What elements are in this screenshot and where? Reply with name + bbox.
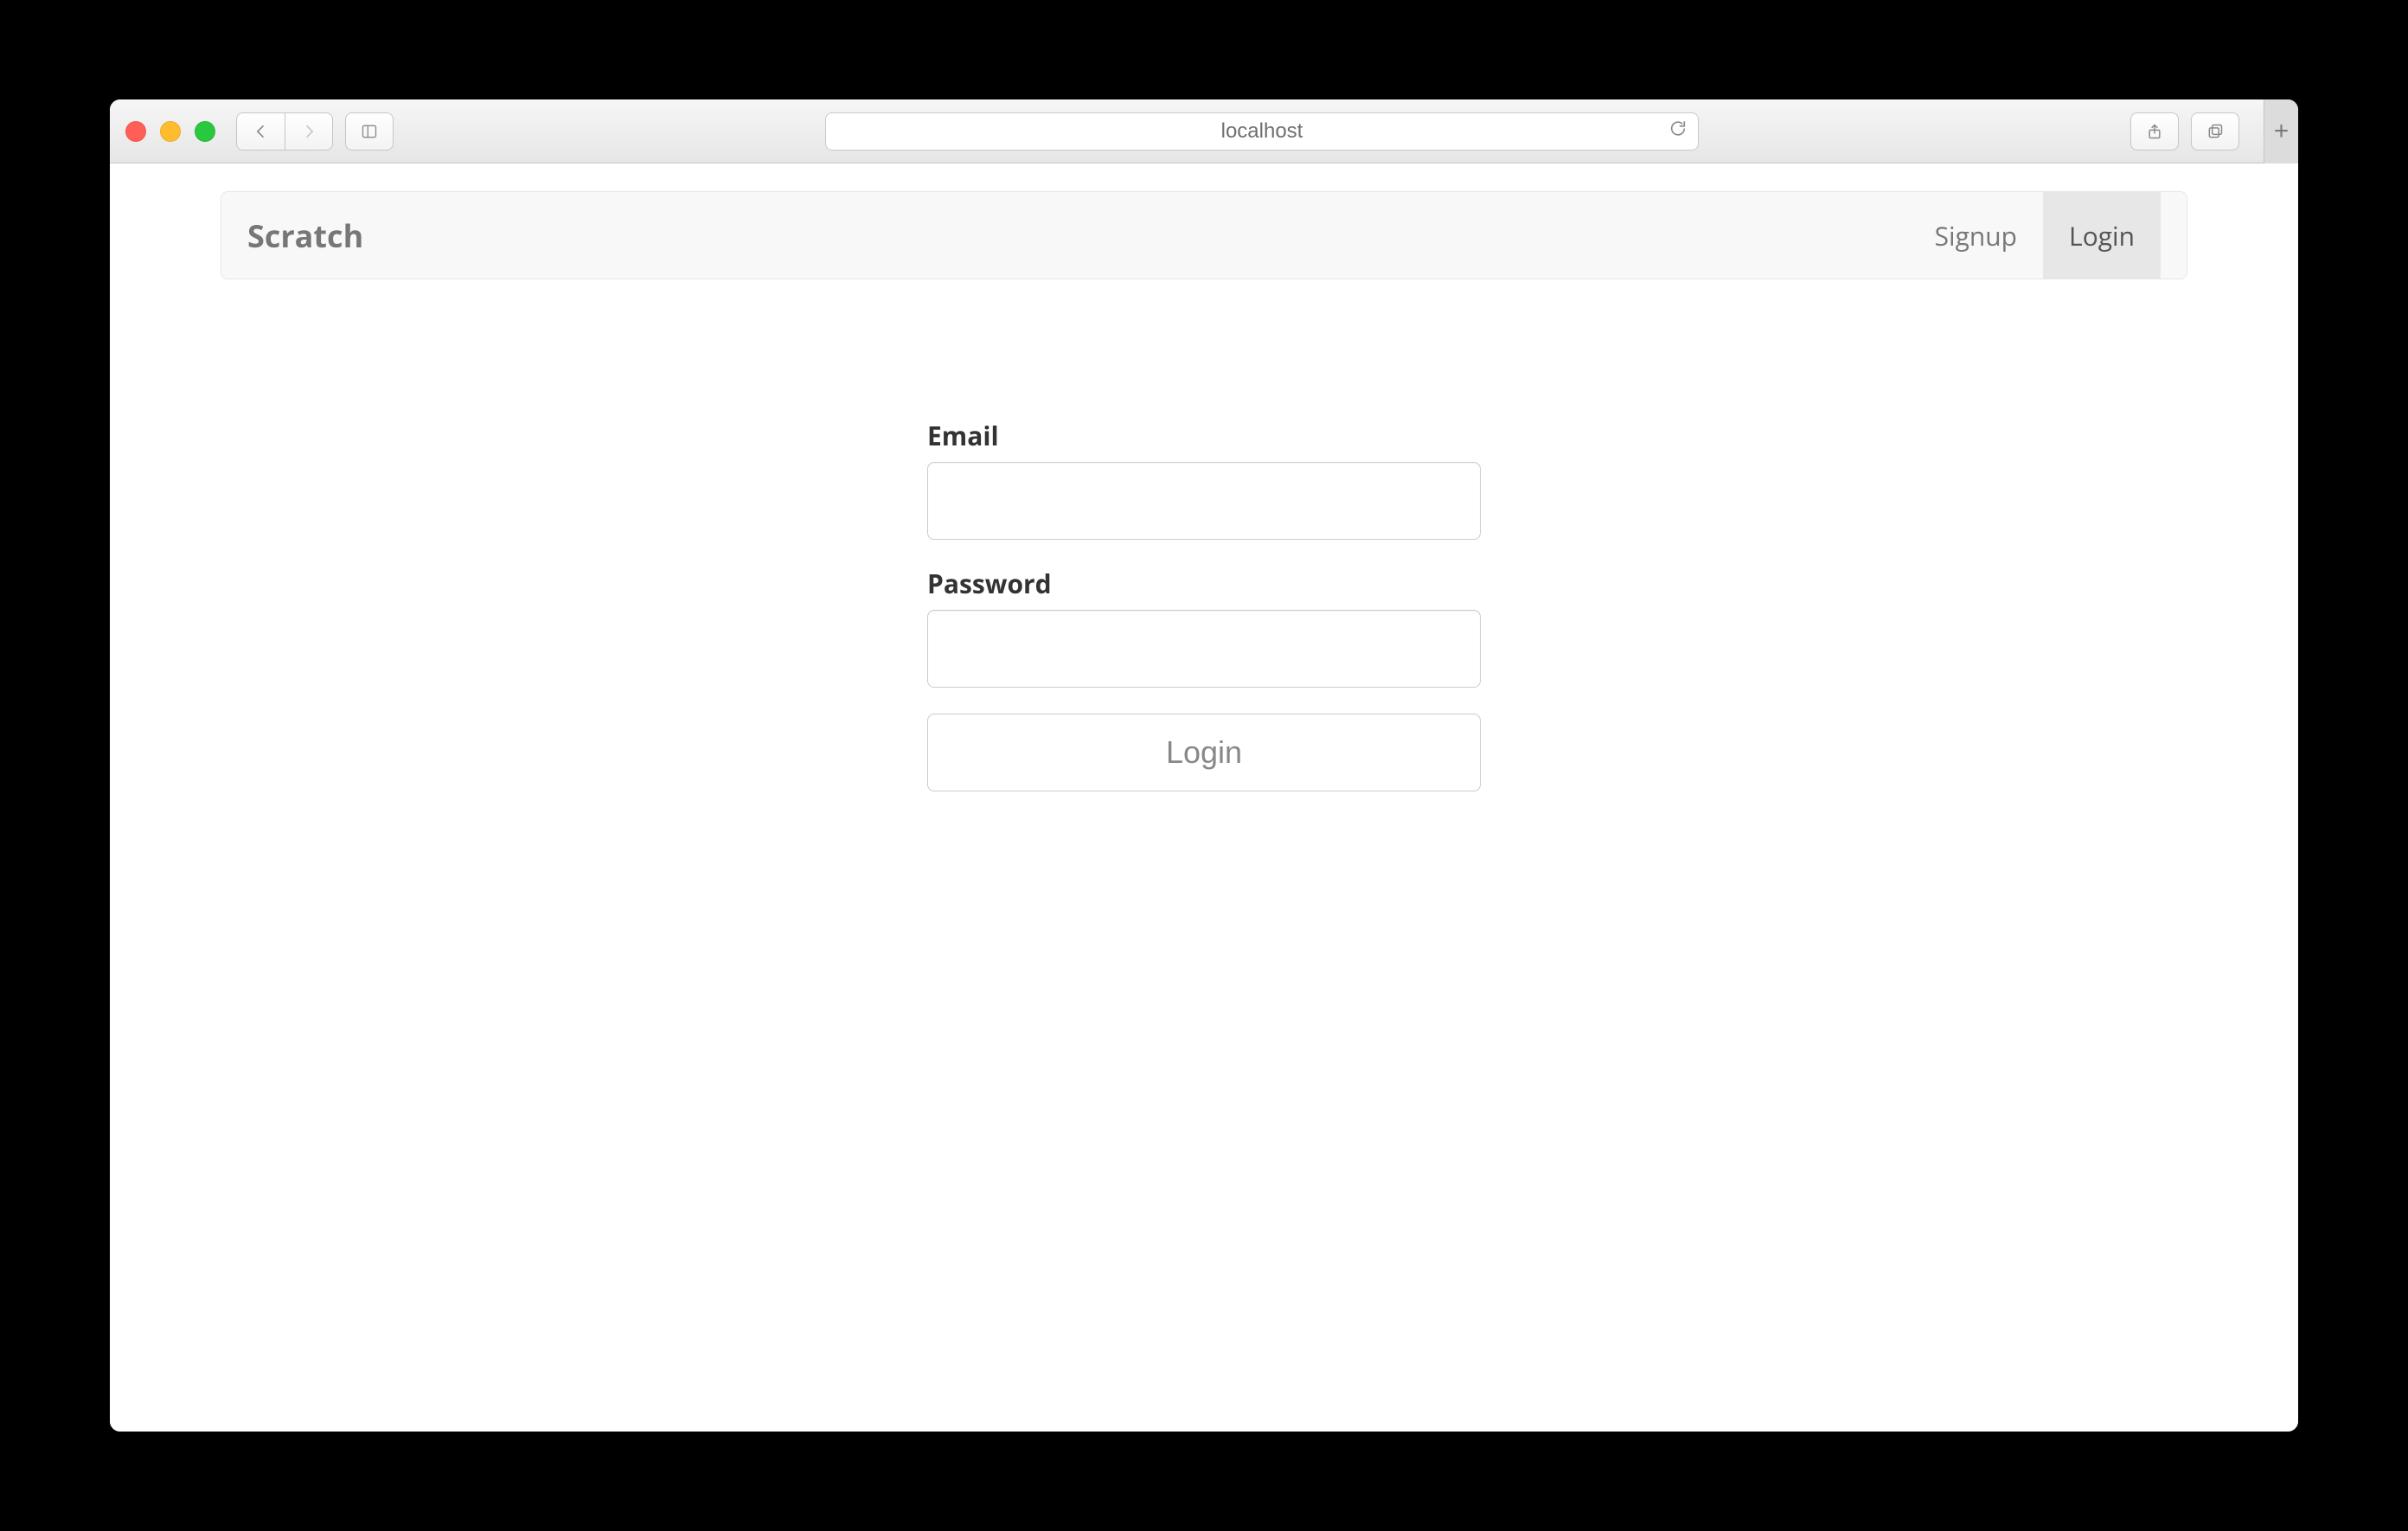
share-icon [2146, 123, 2163, 140]
email-field[interactable] [927, 462, 1481, 540]
close-window-button[interactable] [125, 121, 146, 142]
nav-buttons [236, 112, 333, 151]
address-bar[interactable]: localhost [825, 112, 1699, 151]
login-form: Email Password Login [927, 418, 1481, 791]
nav-signup[interactable]: Signup [1909, 192, 2043, 279]
share-button[interactable] [2130, 112, 2179, 151]
password-group: Password [927, 566, 1481, 688]
app-navbar: Scratch Signup Login [221, 191, 2187, 279]
brand-link[interactable]: Scratch [247, 215, 363, 257]
nav-links: Signup Login [1909, 192, 2161, 279]
chevron-left-icon [253, 123, 270, 140]
chevron-right-icon [300, 123, 317, 140]
window-controls [125, 121, 215, 142]
fullscreen-window-button[interactable] [195, 121, 215, 142]
address-area: localhost [394, 112, 2130, 151]
nav-login[interactable]: Login [2043, 192, 2161, 279]
address-text: localhost [1221, 119, 1303, 144]
tabs-button[interactable] [2191, 112, 2239, 151]
safari-titlebar: localhost [110, 99, 2298, 163]
new-tab-button[interactable]: + [2264, 99, 2298, 163]
page-viewport: Scratch Signup Login Email Password Logi… [110, 163, 2298, 1432]
password-label: Password [927, 566, 1481, 601]
sidebar-toggle-button[interactable] [345, 112, 394, 151]
login-button[interactable]: Login [927, 714, 1481, 791]
back-button[interactable] [236, 112, 285, 151]
password-field[interactable] [927, 610, 1481, 688]
email-label: Email [927, 418, 1481, 453]
reload-button[interactable] [1668, 119, 1688, 144]
minimize-window-button[interactable] [160, 121, 181, 142]
reload-icon [1668, 119, 1688, 138]
sidebar-icon [361, 123, 378, 140]
email-group: Email [927, 418, 1481, 540]
safari-window: localhost [110, 99, 2298, 1432]
forward-button[interactable] [285, 112, 333, 151]
tabs-icon [2206, 123, 2224, 140]
plus-icon: + [2274, 117, 2290, 146]
toolbar-right [2130, 112, 2239, 151]
